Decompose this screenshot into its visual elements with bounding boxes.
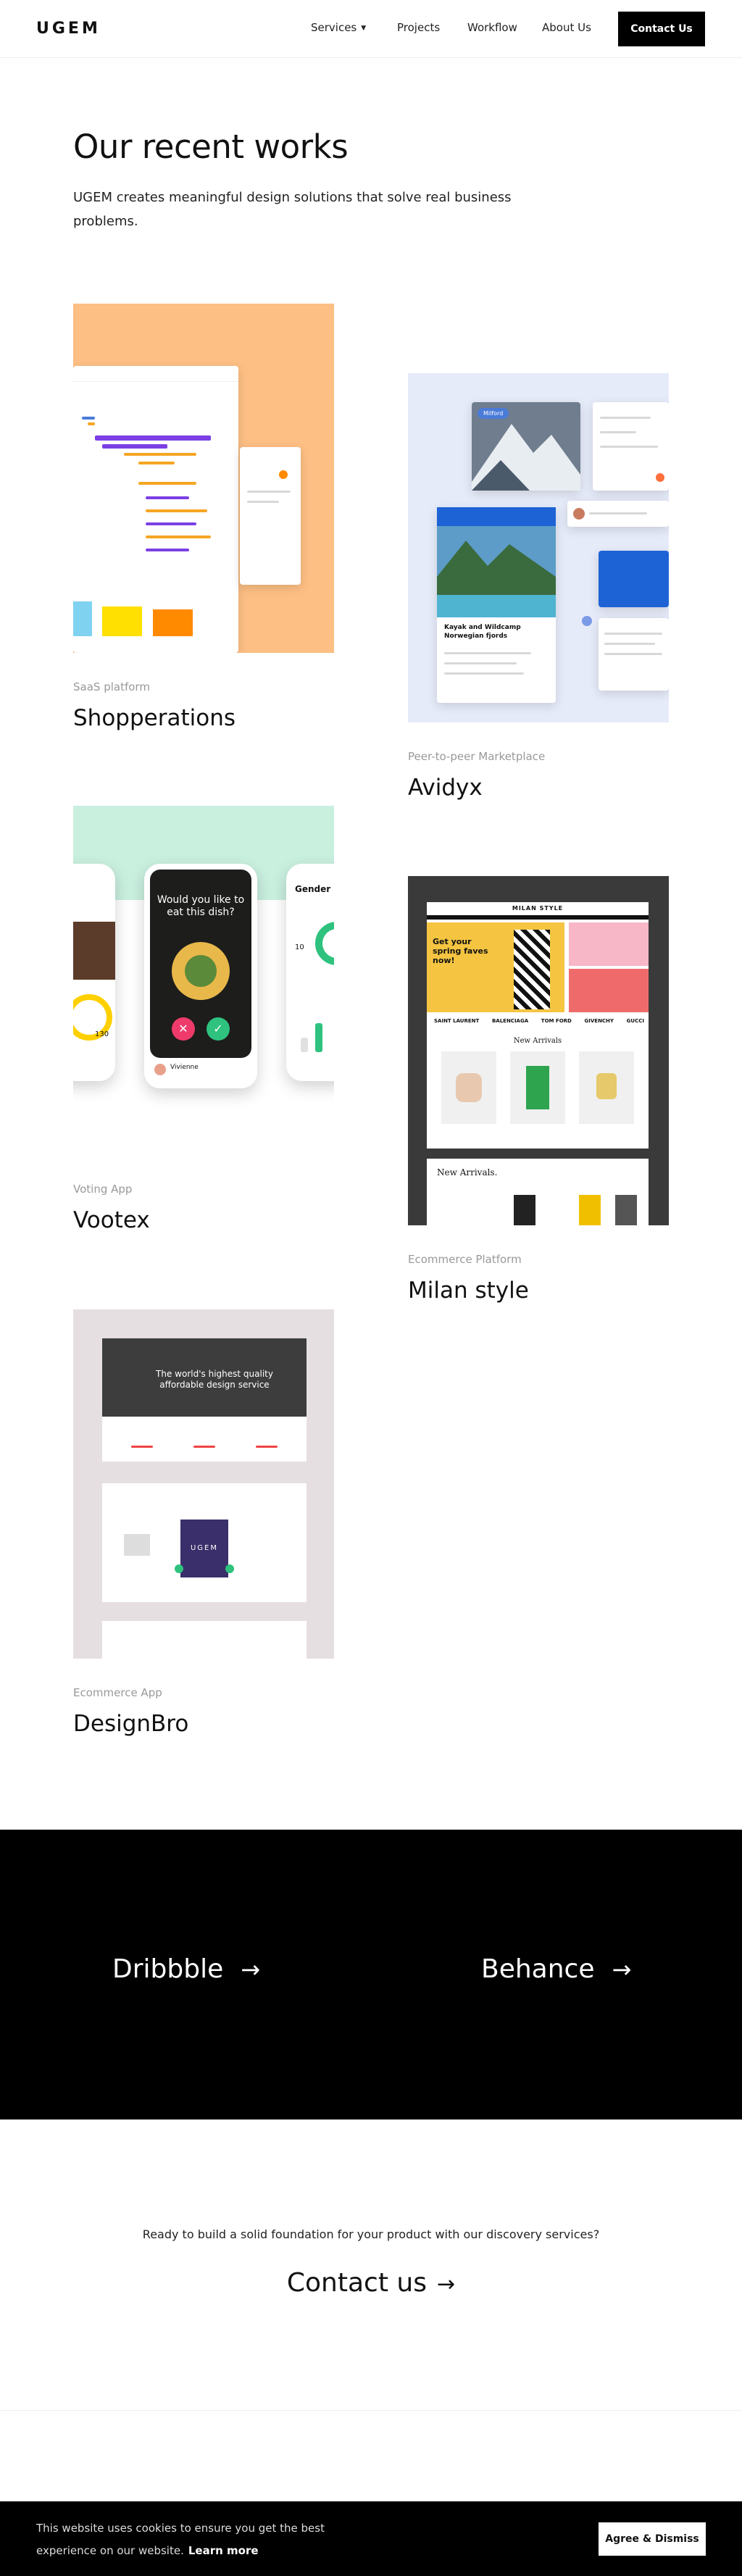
project-category: Peer-to-peer Marketplace xyxy=(408,750,546,763)
project-card-vootex[interactable]: 130 Would you like to eat this dish? ✕ ✓… xyxy=(73,806,334,1233)
project-thumbnail[interactable]: 130 Would you like to eat this dish? ✕ ✓… xyxy=(73,806,334,1155)
contact-us-label: Contact us xyxy=(286,2268,427,2298)
stat-value: 10 xyxy=(295,943,304,951)
location-badge: Milford xyxy=(478,408,509,419)
close-icon: ✕ xyxy=(172,1017,195,1041)
brand-logo: TOM FORD xyxy=(541,1018,572,1024)
dribbble-label: Dribbble xyxy=(112,1954,224,1984)
section-heading: New Arrivals. xyxy=(437,1167,498,1177)
project-thumbnail[interactable]: The world's highest quality affordable d… xyxy=(73,1309,334,1659)
project-title[interactable]: Shopperations xyxy=(73,705,334,731)
store-logo: MILAN STYLE xyxy=(512,905,564,912)
stat-value: 130 xyxy=(95,1030,109,1038)
side-panel-mockup xyxy=(240,447,301,585)
phone-left: 130 xyxy=(73,864,115,1081)
social-links-section: Dribbble → Behance → xyxy=(0,1830,742,2119)
contact-prompt: Ready to build a solid foundation for yo… xyxy=(142,2227,600,2241)
tshirt-logo: UGEM xyxy=(180,1520,228,1577)
arrow-right-icon: → xyxy=(436,2272,456,2297)
project-card-shopperations[interactable]: SaaS platform Shopperations xyxy=(73,304,334,731)
avatar xyxy=(573,508,585,520)
details-panel xyxy=(593,402,669,491)
project-card-milan-style[interactable]: MILAN STYLE Get your spring faves now! S… xyxy=(408,876,669,1304)
logo[interactable]: UGEM xyxy=(36,20,101,38)
brand-logo: SAINT LAURENT xyxy=(434,1018,480,1024)
project-thumbnail[interactable]: MILAN STYLE Get your spring faves now! S… xyxy=(408,876,669,1225)
arrivals-mockup: New Arrivals. xyxy=(427,1159,649,1225)
behance-label: Behance xyxy=(481,1954,595,1984)
project-title[interactable]: Vootex xyxy=(73,1207,334,1233)
message-card xyxy=(599,618,669,691)
brand-logo: GUCCI xyxy=(626,1018,644,1024)
cookie-banner: This website uses cookies to ensure you … xyxy=(0,2501,742,2576)
brand-logo: GIVENCHY xyxy=(584,1018,614,1024)
listing-card: Kayak and Wildcamp Norwegian fjords xyxy=(437,507,556,703)
project-card-avidyx[interactable]: Milford Kayak and Wildcamp Norwegian fjo… xyxy=(408,373,669,801)
project-category: SaaS platform xyxy=(73,680,150,693)
behance-link[interactable]: Behance → xyxy=(481,1954,631,1984)
listing-title: Kayak and Wildcamp Norwegian fjords xyxy=(444,624,521,640)
learn-more-link[interactable]: Learn more xyxy=(188,2544,259,2557)
check-icon: ✓ xyxy=(207,1017,230,1041)
divider xyxy=(0,2410,742,2411)
project-thumbnail[interactable]: Milford Kayak and Wildcamp Norwegian fjo… xyxy=(408,373,669,722)
chevron-down-icon: ▼ xyxy=(361,25,367,32)
page-title: Our recent works xyxy=(73,128,349,166)
project-title[interactable]: Avidyx xyxy=(408,775,669,801)
nav-services-label: Services xyxy=(311,21,357,34)
brand-logo: BALENCIAGA xyxy=(491,1018,529,1024)
lake-image xyxy=(437,526,556,617)
mountain-image-card: Milford xyxy=(472,402,580,491)
vote-question: Would you like to eat this dish? xyxy=(157,894,245,918)
nav-workflow[interactable]: Workflow xyxy=(467,21,517,34)
contact-us-button[interactable]: Contact Us xyxy=(618,12,705,46)
brand-strip: SAINT LAURENT BALENCIAGA TOM FORD GIVENC… xyxy=(434,1018,644,1024)
arrow-right-icon: → xyxy=(612,1956,632,1983)
page-subtitle: UGEM creates meaningful design solutions… xyxy=(73,190,512,229)
nav-services[interactable]: Services ▼ xyxy=(311,21,366,34)
agree-dismiss-button[interactable]: Agree & Dismiss xyxy=(599,2522,706,2556)
nav-about-us[interactable]: About Us xyxy=(542,21,591,34)
store-homepage-mockup: MILAN STYLE Get your spring faves now! S… xyxy=(427,902,649,1149)
arrow-right-icon: → xyxy=(241,1956,261,1983)
project-category: Ecommerce Platform xyxy=(408,1253,522,1266)
phone-right: Gender a 10 xyxy=(286,864,334,1081)
nav-projects[interactable]: Projects xyxy=(397,21,440,34)
project-title[interactable]: Milan style xyxy=(408,1277,669,1304)
project-category: Voting App xyxy=(73,1183,133,1196)
dribbble-link[interactable]: Dribbble → xyxy=(112,1954,260,1984)
site-header: UGEM Services ▼ Projects Workflow About U… xyxy=(0,0,742,58)
project-title[interactable]: DesignBro xyxy=(73,1711,334,1737)
promo-heading: Get your spring faves now! xyxy=(433,937,488,965)
cookie-message: This website uses cookies to ensure you … xyxy=(36,2517,341,2562)
hero-banner-text: The world's highest quality affordable d… xyxy=(156,1369,273,1390)
project-thumbnail[interactable] xyxy=(73,304,334,653)
contact-us-link[interactable]: Contact us → xyxy=(0,2268,742,2298)
user-name: Vivienne xyxy=(170,1064,199,1071)
screen-title: Gender a xyxy=(295,884,334,894)
avatar xyxy=(154,1064,166,1075)
product-mockup: UGEM xyxy=(102,1483,307,1602)
chat-bubble xyxy=(567,501,669,527)
avatar xyxy=(582,616,592,626)
hero-banner-mockup: The world's highest quality affordable d… xyxy=(102,1338,307,1417)
gantt-mockup xyxy=(73,366,238,653)
map-card xyxy=(599,551,669,607)
project-card-designbro[interactable]: The world's highest quality affordable d… xyxy=(73,1309,334,1737)
cookie-text: This website uses cookies to ensure you … xyxy=(36,2522,325,2557)
phone-center: Would you like to eat this dish? ✕ ✓ Viv… xyxy=(144,864,257,1088)
section-heading: New Arrivals xyxy=(513,1037,562,1045)
project-category: Ecommerce App xyxy=(73,1686,162,1699)
